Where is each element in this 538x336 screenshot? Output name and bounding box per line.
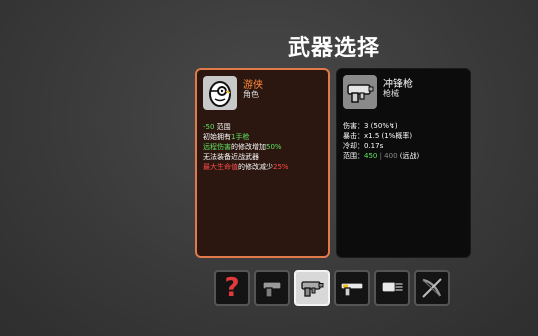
weapon-stat-line: 伤害：3 (50%↯) bbox=[343, 121, 419, 131]
text-segment: -50 bbox=[203, 123, 215, 131]
text-segment: 25% bbox=[273, 163, 289, 171]
weapon-stat-line: 暴击：x1.5 (1%概率) bbox=[343, 131, 419, 141]
weapon-card: 冲锋枪 枪械 伤害：3 (50%↯) 暴击：x1.5 (1%概率) 冷却：0.17s… bbox=[336, 68, 471, 258]
character-effect-line: 初始拥有1手枪 bbox=[203, 132, 289, 142]
text-segment: 50% bbox=[266, 143, 282, 151]
character-type: 角色 bbox=[243, 90, 259, 99]
character-description: -50 范围 初始拥有1手枪 远程伤害的修改增加50% 无法装备近战武器 最大生命值的修… bbox=[203, 122, 289, 172]
weapon-stat-line: 冷却：0.17s bbox=[343, 141, 419, 151]
text-segment: ) bbox=[394, 122, 398, 130]
egg-monocle-icon bbox=[203, 76, 237, 110]
weapon-slot-bar: ? bbox=[214, 270, 450, 306]
text-segment: 冷却：0.17s bbox=[343, 142, 384, 150]
text-segment: 的修改减少 bbox=[238, 163, 273, 171]
character-effect-line: 无法装备近战武器 bbox=[203, 152, 289, 162]
text-segment: 450 bbox=[364, 152, 378, 160]
weapon-slot-smg[interactable] bbox=[294, 270, 330, 306]
random-question-icon: ? bbox=[224, 273, 240, 303]
text-segment: 范围： bbox=[343, 152, 364, 160]
text-segment: 无法装备近战武器 bbox=[203, 153, 259, 161]
weapon-slot-shotgun[interactable] bbox=[334, 270, 370, 306]
text-segment: 范围 bbox=[214, 123, 231, 131]
text-segment: | 400 bbox=[377, 152, 398, 160]
minigun-icon bbox=[378, 274, 406, 302]
weapon-slot-minigun[interactable] bbox=[374, 270, 410, 306]
weapon-stat-line: 范围：450 | 400 (远战) bbox=[343, 151, 419, 161]
character-card: 游侠 角色 -50 范围 初始拥有1手枪 远程伤害的修改增加50% 无法装备近战武器最… bbox=[195, 68, 330, 258]
weapon-slot-pistol[interactable] bbox=[254, 270, 290, 306]
weapon-stats: 伤害：3 (50%↯) 暴击：x1.5 (1%概率) 冷却：0.17s 范围：450 … bbox=[343, 121, 419, 161]
weapon-slot-crossbow[interactable] bbox=[414, 270, 450, 306]
weapon-slot-random-question[interactable]: ? bbox=[214, 270, 250, 306]
text-segment: 1手枪 bbox=[231, 133, 250, 141]
text-segment: 最大生命值 bbox=[203, 163, 238, 171]
pistol-icon bbox=[258, 274, 286, 302]
character-effect-line: 最大生命值的修改减少25% bbox=[203, 162, 289, 172]
character-effect-line: 远程伤害的修改增加50% bbox=[203, 142, 289, 152]
smg-icon bbox=[343, 75, 377, 109]
crossbow-icon bbox=[418, 274, 446, 302]
screen-title: 武器选择 bbox=[288, 36, 381, 61]
weapon-type: 枪械 bbox=[383, 89, 399, 98]
character-effect-line: -50 范围 bbox=[203, 122, 289, 132]
text-segment: 伤害：3 (50% bbox=[343, 122, 389, 130]
shotgun-icon bbox=[338, 274, 366, 302]
text-segment: 的修改增加 bbox=[231, 143, 266, 151]
text-segment: 暴击：x1.5 (1%概率) bbox=[343, 132, 413, 140]
text-segment: (远战) bbox=[397, 152, 420, 160]
smg-icon bbox=[298, 274, 326, 302]
text-segment: 远程伤害 bbox=[203, 143, 231, 151]
text-segment: 初始拥有 bbox=[203, 133, 231, 141]
